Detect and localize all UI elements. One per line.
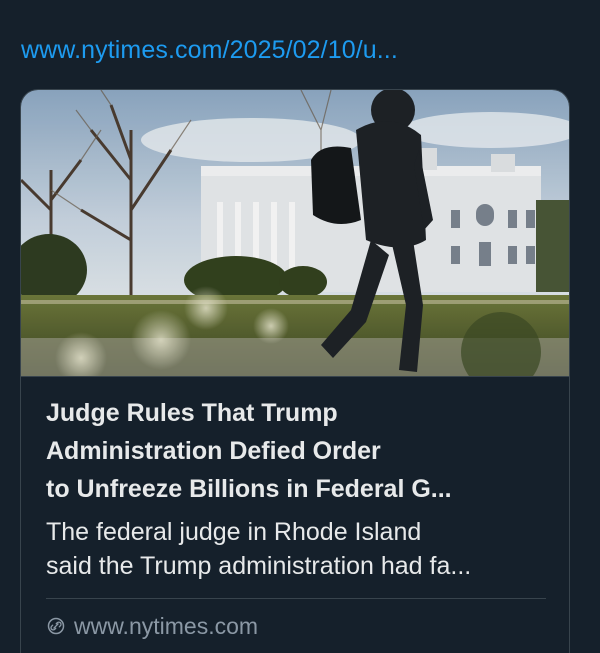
card-description-line: The federal judge in Rhode Island: [46, 518, 422, 546]
card-title-line: Administration Defied Order: [46, 437, 381, 465]
card-title-line: to Unfreeze Billions in Federal G...: [46, 475, 452, 503]
card-image-divider: [21, 376, 569, 377]
card-description: The federal judge in Rhode Island said t…: [46, 515, 551, 583]
card-source[interactable]: www.nytimes.com: [46, 608, 258, 644]
card-title[interactable]: Judge Rules That Trump Administration De…: [46, 394, 551, 508]
card-meta-divider: [46, 598, 546, 599]
card-title-line: Judge Rules That Trump: [46, 399, 338, 427]
link-icon: [47, 617, 65, 635]
post-url-link[interactable]: www.nytimes.com/2025/02/10/u...: [21, 32, 581, 68]
link-preview-card[interactable]: Judge Rules That Trump Administration De…: [20, 89, 570, 653]
post-container: www.nytimes.com/2025/02/10/u... Judge Ru…: [0, 0, 600, 653]
card-description-line: said the Trump administration had fa...: [46, 552, 472, 580]
card-source-domain: www.nytimes.com: [74, 613, 259, 639]
card-thumbnail-image[interactable]: [21, 90, 569, 376]
